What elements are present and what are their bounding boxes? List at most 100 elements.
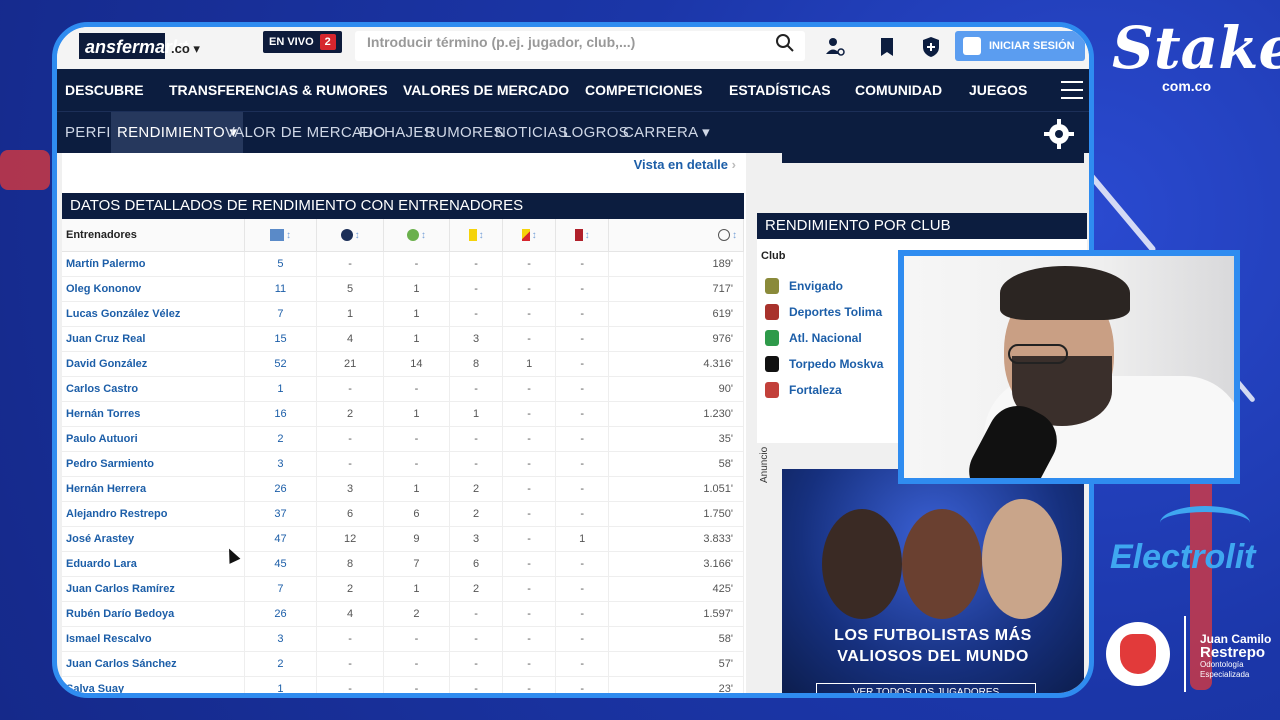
club-name[interactable]: Atl. Nacional <box>789 331 862 345</box>
appearances-cell[interactable]: 15 <box>244 326 318 352</box>
coach-name-link[interactable]: Martín Palermo <box>62 251 245 277</box>
appearances-cell[interactable]: 1 <box>244 376 318 402</box>
col-header-appearances[interactable]: ↕ <box>244 219 318 252</box>
site-logo[interactable]: ansfermarkt <box>79 33 188 59</box>
gear-icon[interactable] <box>1043 118 1075 150</box>
appearances-cell[interactable]: 26 <box>244 601 318 627</box>
tab-carrera[interactable]: CARRERA ▾ <box>623 112 710 154</box>
col-header-minutes[interactable]: ↕ <box>608 219 744 252</box>
stat-cell: - <box>555 426 610 452</box>
stat-cell: 3 <box>316 476 384 502</box>
club-name[interactable]: Envigado <box>789 279 843 293</box>
stat-cell: - <box>555 501 610 527</box>
coach-name-link[interactable]: Pedro Sarmiento <box>62 451 245 477</box>
coach-name-link[interactable]: Hernán Herrera <box>62 476 245 502</box>
ad-headline: LOS FUTBOLISTAS MÁS VALIOSOS DEL MUNDO <box>834 627 1032 665</box>
top-bar: ansfermarkt .co ▾ EN VIVO 2 Introducir té… <box>57 27 1089 69</box>
ad-button[interactable]: VER TODOS LOS JUGADORES <box>816 683 1036 693</box>
club-name[interactable]: Fortaleza <box>789 383 842 397</box>
nav-comunidad[interactable]: COMUNIDAD <box>855 69 942 111</box>
coach-name-link[interactable]: Carlos Castro <box>62 376 245 402</box>
coach-name-link[interactable]: Hernán Torres <box>62 401 245 427</box>
stat-cell: - <box>316 651 384 677</box>
col-header-coaches[interactable]: Entrenadores <box>62 219 245 252</box>
tab-fichajes[interactable]: FICHAJES <box>359 112 434 154</box>
live-badge[interactable]: EN VIVO 2 <box>263 31 342 53</box>
coach-name-link[interactable]: Oleg Kononov <box>62 276 245 302</box>
bookmark-icon[interactable] <box>873 33 901 61</box>
club-crest-icon <box>765 278 779 294</box>
minutes-cell: 976' <box>608 326 744 352</box>
appearances-cell[interactable]: 16 <box>244 401 318 427</box>
appearances-cell[interactable]: 52 <box>244 351 318 377</box>
coach-name-link[interactable]: Ismael Rescalvo <box>62 626 245 652</box>
table-row: Martín Palermo 5- - - - -189' <box>62 251 744 277</box>
nav-competiciones[interactable]: COMPETICIONES <box>585 69 702 111</box>
col-header-yellow-red[interactable]: ↕ <box>502 219 557 252</box>
coach-name-link[interactable]: Rubén Darío Bedoya <box>62 601 245 627</box>
club-name[interactable]: Torpedo Moskva <box>789 357 883 371</box>
stat-cell: - <box>502 651 557 677</box>
appearances-cell[interactable]: 47 <box>244 526 318 552</box>
col-header-yellow[interactable]: ↕ <box>449 219 504 252</box>
shield-plus-icon[interactable] <box>917 33 945 61</box>
tab-rumores[interactable]: RUMORES <box>425 112 504 154</box>
search-icon[interactable] <box>775 33 795 53</box>
coach-name-link[interactable]: Eduardo Lara <box>62 551 245 577</box>
appearances-cell[interactable]: 7 <box>244 576 318 602</box>
appearances-cell[interactable]: 11 <box>244 276 318 302</box>
coach-name-link[interactable]: David González <box>62 351 245 377</box>
coach-name-link[interactable]: Lucas González Vélez <box>62 301 245 327</box>
stat-cell: 2 <box>449 501 504 527</box>
login-button[interactable]: INICIAR SESIÓN <box>955 31 1085 61</box>
stat-cell: 1 <box>383 476 451 502</box>
col-header-goals[interactable]: ↕ <box>316 219 384 252</box>
appearances-cell[interactable]: 37 <box>244 501 318 527</box>
nav-estadisticas[interactable]: ESTADÍSTICAS <box>729 69 831 111</box>
nav-transferencias[interactable]: TRANSFERENCIAS & RUMORES <box>169 69 388 111</box>
table-row: Ismael Rescalvo 3- - - - -58' <box>62 626 744 652</box>
coach-name-link[interactable]: Juan Carlos Sánchez <box>62 651 245 677</box>
minutes-cell: 1.051' <box>608 476 744 502</box>
nav-valores[interactable]: VALORES DE MERCADO <box>403 69 569 111</box>
appearances-cell[interactable]: 2 <box>244 426 318 452</box>
coach-name-link[interactable]: Salva Suay <box>62 676 245 693</box>
coach-name-link[interactable]: Alejandro Restrepo <box>62 501 245 527</box>
appearances-cell[interactable]: 45 <box>244 551 318 577</box>
appearances-cell[interactable]: 26 <box>244 476 318 502</box>
coach-name-link[interactable]: Juan Cruz Real <box>62 326 245 352</box>
tab-logros[interactable]: LOGROS <box>563 112 629 154</box>
appearances-cell[interactable]: 3 <box>244 626 318 652</box>
site-tld-selector[interactable]: .co ▾ <box>171 41 200 57</box>
menu-icon[interactable] <box>1061 81 1083 99</box>
nav-juegos[interactable]: JUEGOS <box>969 69 1027 111</box>
search-input[interactable]: Introducir término (p.ej. jugador, club,… <box>355 31 805 61</box>
appearances-cell[interactable]: 3 <box>244 451 318 477</box>
appearances-cell[interactable]: 7 <box>244 301 318 327</box>
appearances-cell[interactable]: 1 <box>244 676 318 693</box>
stat-cell: 3 <box>449 326 504 352</box>
stat-cell: - <box>502 326 557 352</box>
webcam-overlay <box>898 250 1240 484</box>
user-search-icon[interactable] <box>821 33 849 61</box>
nav-descubre[interactable]: DESCUBRE <box>65 69 144 111</box>
table-row: Hernán Herrera 26 3 1 2- -1.051' <box>62 476 744 502</box>
club-name[interactable]: Deportes Tolima <box>789 305 882 319</box>
appearances-cell[interactable]: 2 <box>244 651 318 677</box>
ad-banner[interactable]: LOS FUTBOLISTAS MÁS VALIOSOS DEL MUNDO VE… <box>782 469 1084 693</box>
stat-cell: 2 <box>316 576 384 602</box>
detail-view-link[interactable]: Vista en detalle › <box>634 157 736 172</box>
coach-name-link[interactable]: José Arastey <box>62 526 245 552</box>
tab-rendimiento[interactable]: RENDIMIENTO ▾ <box>111 112 244 154</box>
tab-noticias[interactable]: NOTICIAS <box>495 112 568 154</box>
coach-name-link[interactable]: Paulo Autuori <box>62 426 245 452</box>
club-crest-icon <box>765 330 779 346</box>
stat-cell: - <box>449 601 504 627</box>
col-header-red[interactable]: ↕ <box>555 219 610 252</box>
yellow-card-icon <box>468 228 477 241</box>
cam-hair <box>1000 266 1130 320</box>
coach-name-link[interactable]: Juan Carlos Ramírez <box>62 576 245 602</box>
col-header-assists[interactable]: ↕ <box>383 219 451 252</box>
search-placeholder: Introducir término (p.ej. jugador, club,… <box>367 34 636 50</box>
appearances-cell[interactable]: 5 <box>244 251 318 277</box>
